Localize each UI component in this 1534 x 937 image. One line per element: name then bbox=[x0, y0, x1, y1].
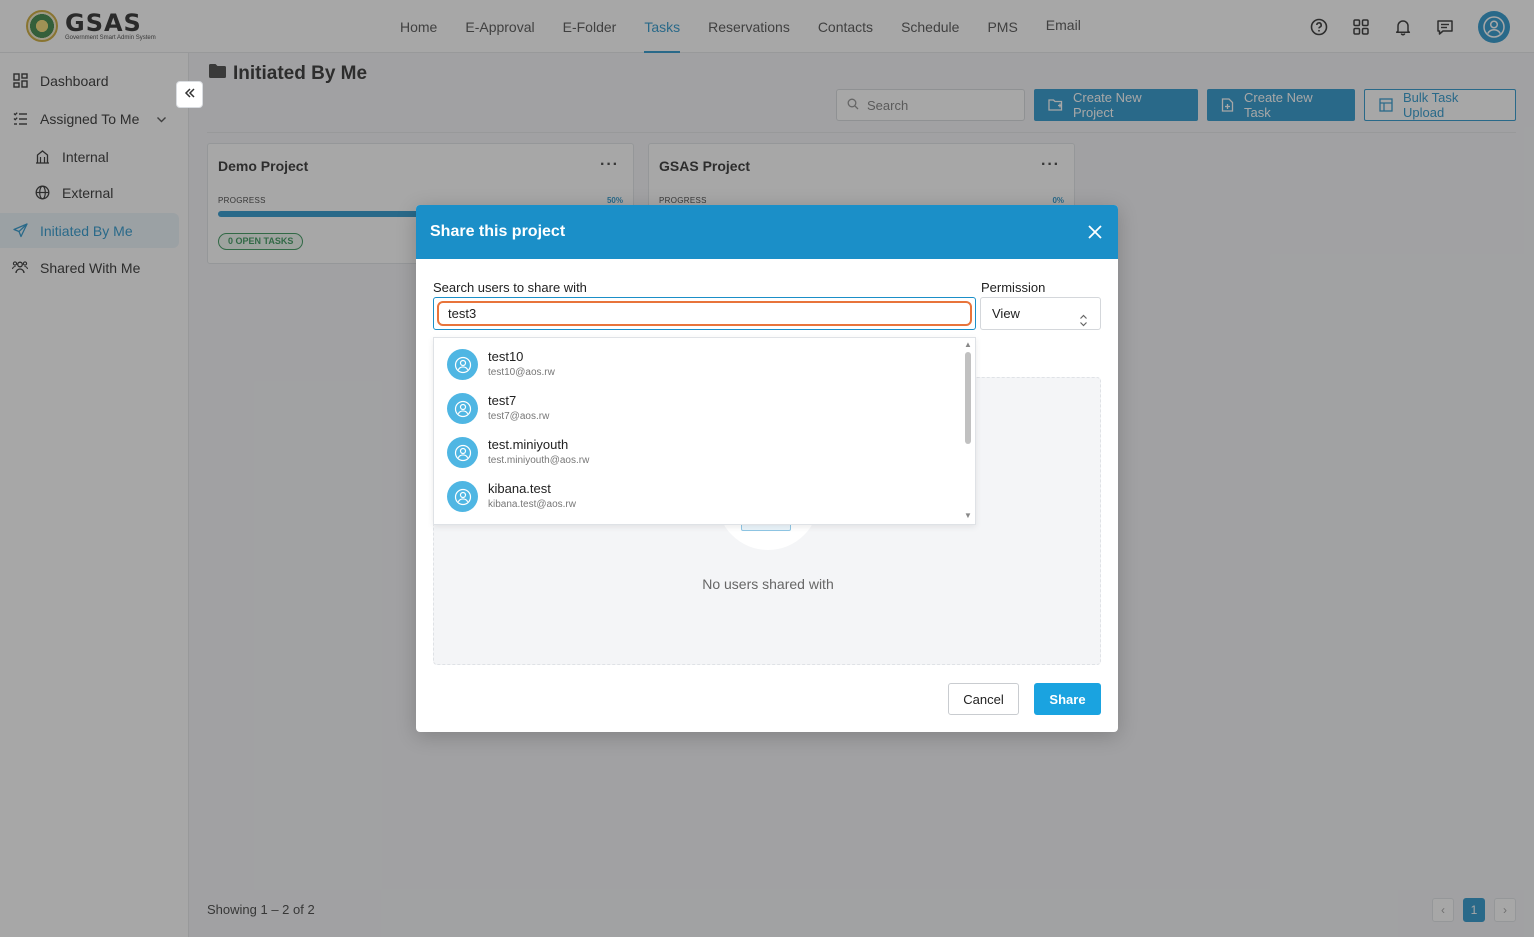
scroll-down-icon[interactable]: ▼ bbox=[964, 511, 972, 520]
user-search-value[interactable]: test3 bbox=[437, 301, 972, 326]
permission-label: Permission bbox=[981, 280, 1046, 295]
user-email: test.miniyouth@aos.rw bbox=[488, 455, 590, 466]
user-email: kibana.test@aos.rw bbox=[488, 499, 576, 510]
select-caret-icon bbox=[1079, 307, 1088, 338]
scroll-up-icon[interactable]: ▲ bbox=[964, 340, 972, 349]
user-avatar-icon bbox=[447, 481, 478, 512]
user-name: test.miniyouth bbox=[488, 437, 569, 452]
empty-state-text: No users shared with bbox=[702, 576, 834, 592]
share-project-dialog: Share this project Search users to share… bbox=[416, 205, 1118, 732]
user-suggestion[interactable]: test7 test7@aos.rw bbox=[434, 382, 962, 426]
share-button[interactable]: Share bbox=[1034, 683, 1101, 715]
collapse-sidebar-button[interactable] bbox=[176, 81, 203, 108]
double-chevron-left-icon bbox=[184, 86, 196, 104]
user-email: test10@aos.rw bbox=[488, 367, 555, 378]
search-users-label: Search users to share with bbox=[433, 280, 587, 295]
cancel-button[interactable]: Cancel bbox=[948, 683, 1019, 715]
user-suggestion[interactable]: kibana.test kibana.test@aos.rw bbox=[434, 470, 962, 514]
close-icon[interactable] bbox=[1086, 223, 1104, 241]
user-avatar-icon bbox=[447, 393, 478, 424]
user-suggestion[interactable]: test.miniyouth test.miniyouth@aos.rw bbox=[434, 426, 962, 470]
user-name: test10 bbox=[488, 349, 524, 364]
user-name: kibana.test bbox=[488, 481, 551, 496]
user-avatar-icon bbox=[447, 349, 478, 380]
user-email: test7@aos.rw bbox=[488, 411, 550, 422]
dialog-header: Share this project bbox=[416, 205, 1118, 259]
user-suggestion[interactable]: test10 test10@aos.rw bbox=[434, 338, 962, 382]
user-avatar-icon bbox=[447, 437, 478, 468]
scrollbar-thumb[interactable] bbox=[965, 352, 971, 444]
user-suggestions-dropdown: test10 test10@aos.rw test7 test7@aos.rw … bbox=[433, 337, 976, 525]
dropdown-scrollbar[interactable]: ▲ ▼ bbox=[961, 338, 975, 524]
user-name: test7 bbox=[488, 393, 517, 408]
permission-value: View bbox=[992, 306, 1020, 321]
user-search-input[interactable]: test3 bbox=[433, 297, 976, 330]
permission-select[interactable]: View bbox=[980, 297, 1101, 330]
dialog-title: Share this project bbox=[430, 223, 566, 240]
